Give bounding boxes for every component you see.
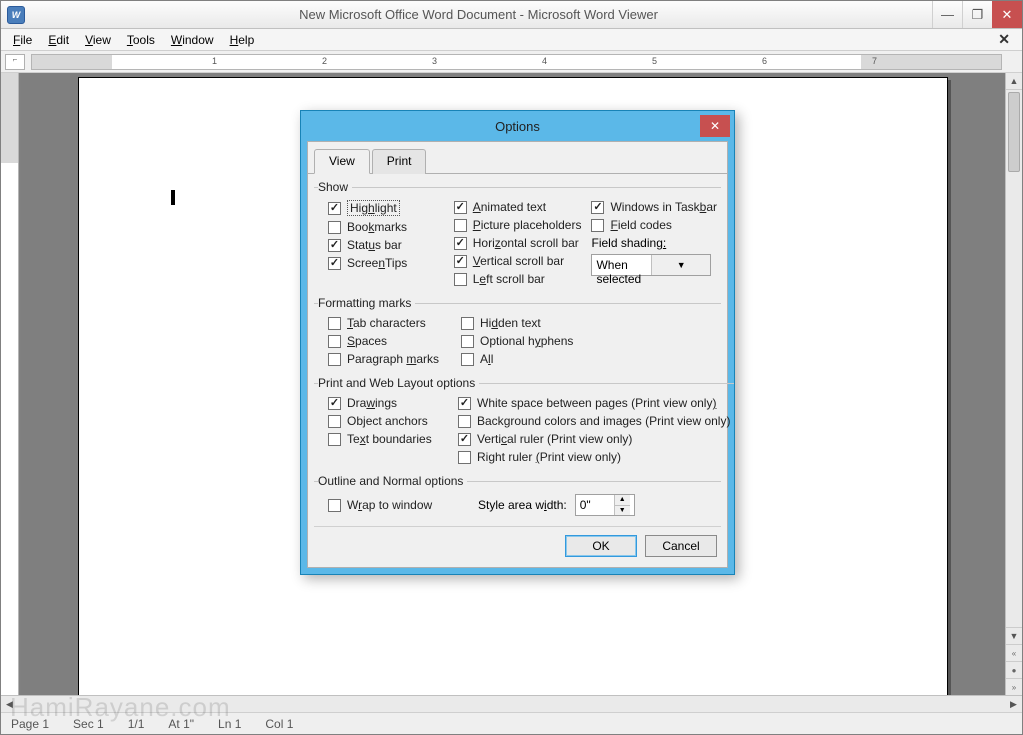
group-formatting: Formatting marks Tab characters Spaces P… [314, 296, 721, 368]
check-vertical-ruler[interactable]: Vertical ruler (Print view only) [458, 432, 730, 446]
dialog-title-bar[interactable]: Options ✕ [301, 111, 734, 141]
maximize-button[interactable]: ❐ [962, 1, 992, 28]
check-right-ruler[interactable]: Right ruler (Print view only) [458, 450, 730, 464]
ruler-mark: 2 [322, 56, 327, 66]
ok-button[interactable]: OK [565, 535, 637, 557]
menu-tools[interactable]: Tools [119, 31, 163, 49]
spin-down-icon[interactable]: ▼ [615, 506, 630, 516]
status-line: Ln 1 [218, 717, 241, 731]
dialog-close-button[interactable]: ✕ [700, 115, 730, 137]
text-cursor [171, 190, 175, 205]
ruler-mark: 7 [872, 56, 877, 66]
close-window-button[interactable]: ✕ [992, 1, 1022, 28]
vertical-ruler[interactable] [1, 73, 19, 695]
check-screentips[interactable]: ScreenTips [328, 256, 444, 270]
scroll-right-icon[interactable]: ▶ [1005, 696, 1022, 712]
tab-view[interactable]: View [314, 149, 370, 174]
menu-bar: File Edit View Tools Window Help ✕ [1, 29, 1022, 51]
check-picture-placeholders[interactable]: Picture placeholders [454, 218, 582, 232]
status-section: Sec 1 [73, 717, 104, 731]
check-windows-in-taskbar[interactable]: Windows in Taskbar [591, 200, 717, 214]
style-area-width-label: Style area width: [478, 498, 567, 512]
document-close-button[interactable]: ✕ [990, 31, 1018, 48]
check-hidden-text[interactable]: Hidden text [461, 316, 584, 330]
window-controls: — ❐ ✕ [932, 1, 1022, 28]
check-tab-characters[interactable]: Tab characters [328, 316, 451, 330]
ruler-mark: 3 [432, 56, 437, 66]
check-white-space[interactable]: White space between pages (Print view on… [458, 396, 730, 410]
status-page: Page 1 [11, 717, 49, 731]
window-title: New Microsoft Office Word Document - Mic… [25, 7, 932, 22]
check-horizontal-scroll[interactable]: Horizontal scroll bar [454, 236, 582, 250]
browse-object-icon[interactable]: ● [1006, 661, 1022, 678]
dialog-title: Options [495, 119, 540, 134]
options-dialog: Options ✕ View Print Show Highlight Book… [300, 110, 735, 575]
check-highlight[interactable]: Highlight [328, 200, 444, 216]
ruler-mark: 1 [212, 56, 217, 66]
ruler-mark: 4 [542, 56, 547, 66]
menu-file[interactable]: File [5, 31, 40, 49]
status-pages: 1/1 [128, 717, 145, 731]
menu-window[interactable]: Window [163, 31, 222, 49]
spin-up-icon[interactable]: ▲ [615, 495, 630, 506]
scroll-up-icon[interactable]: ▲ [1006, 73, 1022, 90]
group-formatting-legend: Formatting marks [318, 296, 415, 310]
next-page-icon[interactable]: » [1006, 678, 1022, 695]
check-paragraph-marks[interactable]: Paragraph marks [328, 352, 451, 366]
prev-page-icon[interactable]: « [1006, 644, 1022, 661]
check-background-colors[interactable]: Background colors and images (Print view… [458, 414, 730, 428]
group-outline: Outline and Normal options Wrap to windo… [314, 474, 721, 518]
field-shading-combo[interactable]: When selected ▼ [591, 254, 711, 276]
ruler-row: ⌐ 1 2 3 4 5 6 7 [1, 51, 1022, 73]
check-drawings[interactable]: Drawings [328, 396, 448, 410]
style-area-width-spinner[interactable]: ▲ ▼ [575, 494, 635, 516]
app-icon: W [7, 6, 25, 24]
menu-view[interactable]: View [77, 31, 119, 49]
tab-print[interactable]: Print [372, 149, 427, 174]
horizontal-scrollbar[interactable]: ◀ ▶ [1, 695, 1022, 712]
field-shading-value: When selected [592, 255, 651, 275]
title-bar: W New Microsoft Office Word Document - M… [1, 1, 1022, 29]
ruler-mark: 6 [762, 56, 767, 66]
scroll-left-icon[interactable]: ◀ [1, 696, 18, 712]
check-vertical-scroll[interactable]: Vertical scroll bar [454, 254, 582, 268]
ruler-mark: 5 [652, 56, 657, 66]
check-text-boundaries[interactable]: Text boundaries [328, 432, 448, 446]
dialog-tabs: View Print [308, 142, 727, 174]
cancel-button[interactable]: Cancel [645, 535, 717, 557]
check-left-scroll[interactable]: Left scroll bar [454, 272, 582, 286]
group-outline-legend: Outline and Normal options [318, 474, 467, 488]
check-object-anchors[interactable]: Object anchors [328, 414, 448, 428]
group-print-web-legend: Print and Web Layout options [318, 376, 479, 390]
check-spaces[interactable]: Spaces [328, 334, 451, 348]
menu-help[interactable]: Help [222, 31, 263, 49]
dialog-button-row: OK Cancel [314, 526, 721, 557]
chevron-down-icon[interactable]: ▼ [651, 255, 711, 275]
check-animated-text[interactable]: Animated text [454, 200, 582, 214]
horizontal-ruler[interactable]: 1 2 3 4 5 6 7 [31, 54, 1002, 70]
status-at: At 1" [168, 717, 194, 731]
check-bookmarks[interactable]: Bookmarks [328, 220, 444, 234]
menu-edit[interactable]: Edit [40, 31, 77, 49]
group-show: Show Highlight Bookmarks Status bar Scre… [314, 180, 721, 288]
scroll-thumb[interactable] [1008, 92, 1020, 172]
check-optional-hyphens[interactable]: Optional hyphens [461, 334, 584, 348]
group-show-legend: Show [318, 180, 352, 194]
check-wrap-to-window[interactable]: Wrap to window [328, 498, 468, 512]
check-statusbar[interactable]: Status bar [328, 238, 444, 252]
scroll-down-icon[interactable]: ▼ [1006, 627, 1022, 644]
style-area-width-input[interactable] [576, 495, 614, 515]
ruler-corner[interactable]: ⌐ [5, 54, 25, 70]
group-print-web: Print and Web Layout options Drawings Ob… [314, 376, 734, 466]
minimize-button[interactable]: — [932, 1, 962, 28]
status-column: Col 1 [265, 717, 293, 731]
vertical-scrollbar[interactable]: ▲ ▼ « ● » [1005, 73, 1022, 695]
check-all[interactable]: All [461, 352, 584, 366]
status-bar: Page 1 Sec 1 1/1 At 1" Ln 1 Col 1 [1, 712, 1022, 734]
check-field-codes[interactable]: Field codes [591, 218, 717, 232]
field-shading-label: Field shading: [591, 236, 717, 250]
